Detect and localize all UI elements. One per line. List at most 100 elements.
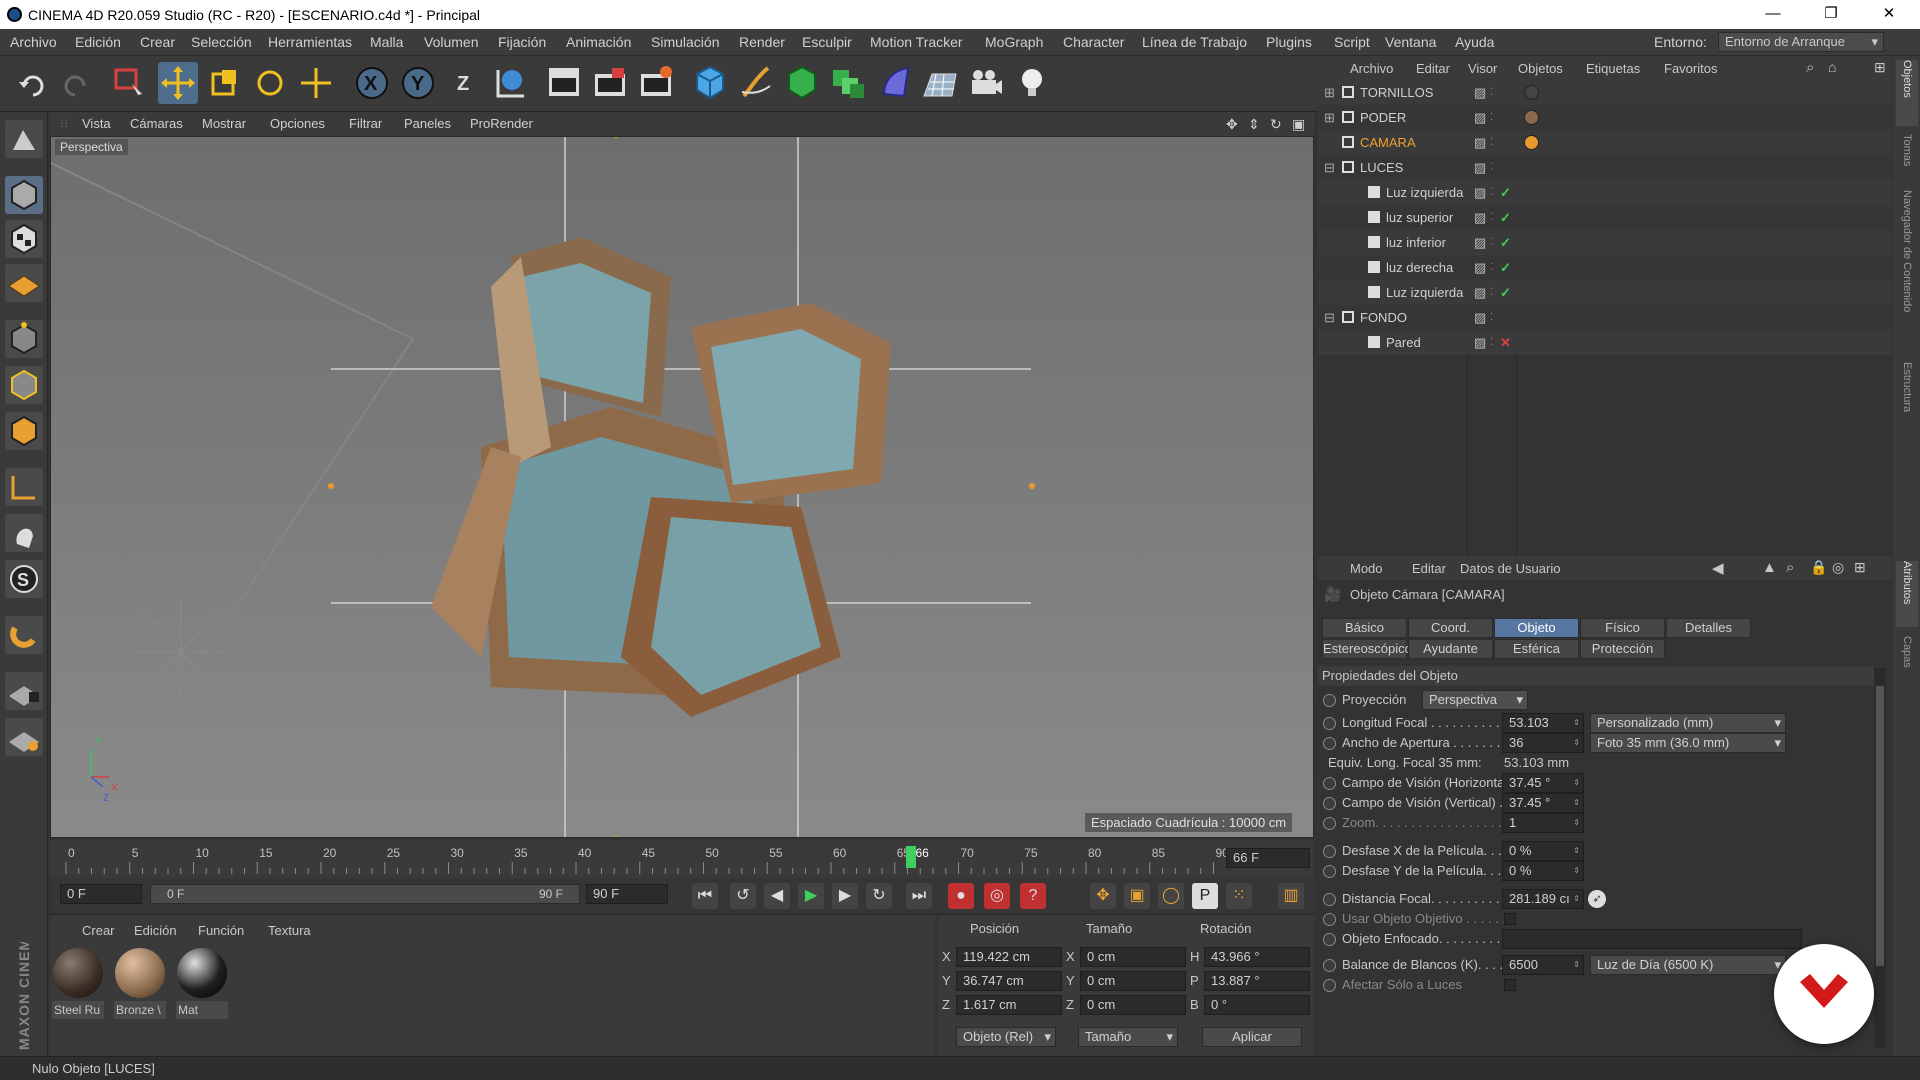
spinner-icon[interactable]: ⇕	[1573, 814, 1580, 832]
menu-animacion[interactable]: Animación	[566, 29, 631, 56]
anim-radio[interactable]	[1323, 737, 1336, 750]
floor-button[interactable]	[920, 62, 960, 104]
key-position-button[interactable]: ✥	[1090, 883, 1116, 909]
vp-zoom-icon[interactable]: ⇕	[1248, 112, 1260, 136]
tab-coord[interactable]: Coord.	[1408, 618, 1493, 638]
render-dots-icon[interactable]: ⁚	[1490, 330, 1493, 355]
search-icon[interactable]: ⌕	[1786, 559, 1794, 576]
timeline-window-button[interactable]: ▥	[1278, 883, 1304, 909]
menu-linea-trabajo[interactable]: Línea de Trabajo	[1142, 29, 1247, 56]
tab-detalles[interactable]: Detalles	[1666, 618, 1751, 638]
prop-dropdown[interactable]: Personalizado (mm) ▾	[1590, 713, 1786, 733]
spinner-icon[interactable]: ⇕	[1573, 842, 1580, 860]
next-frame-button[interactable]: ▶	[832, 883, 858, 909]
render-dots-icon[interactable]: ⁚	[1490, 230, 1493, 255]
object-name[interactable]: TORNILLOS	[1360, 80, 1433, 105]
material-tag-icon[interactable]	[1524, 110, 1539, 125]
visibility-icon[interactable]: ▨	[1474, 155, 1486, 180]
attr-scrollbar[interactable]	[1874, 668, 1886, 1048]
last-tool-button[interactable]	[296, 62, 336, 104]
pen-button[interactable]	[736, 62, 776, 104]
visibility-icon[interactable]: ▨	[1474, 180, 1486, 205]
prop-dropdown[interactable]: Foto 35 mm (36.0 mm) ▾	[1590, 733, 1786, 753]
redo-button[interactable]	[56, 62, 96, 104]
z-axis-button[interactable]: Z	[444, 62, 484, 104]
prop-field[interactable]: 37.45 ° ⇕	[1502, 793, 1584, 813]
dock-tab-capas[interactable]: Capas	[1896, 636, 1918, 686]
menu-ayuda[interactable]: Ayuda	[1455, 29, 1494, 56]
material-tag-icon[interactable]	[1524, 85, 1539, 100]
render-dots-icon[interactable]: ⁚	[1490, 305, 1493, 330]
array-button[interactable]	[828, 62, 868, 104]
menu-edicion[interactable]: Edición	[75, 29, 121, 56]
menu-archivo[interactable]: Archivo	[10, 29, 57, 56]
menu-simulacion[interactable]: Simulación	[651, 29, 719, 56]
render-dots-icon[interactable]: ⁚	[1490, 80, 1493, 105]
obj-menu-archivo[interactable]: Archivo	[1350, 61, 1393, 76]
enable-check-icon[interactable]: ✓	[1500, 255, 1511, 280]
layout-dropdown[interactable]: Entorno de Arranque ▾	[1718, 32, 1884, 52]
obj-menu-etiquetas[interactable]: Etiquetas	[1586, 61, 1640, 76]
tab-ayudante[interactable]: Ayudante	[1408, 639, 1493, 659]
spinner-icon[interactable]: ⇕	[1573, 714, 1580, 732]
dock-tab-estructura[interactable]: Estructura	[1896, 362, 1918, 432]
object-name[interactable]: Pared	[1386, 330, 1421, 355]
menu-esculpir[interactable]: Esculpir	[802, 29, 852, 56]
object-row[interactable]: Pared ▨ ⁚ ✕	[1318, 330, 1892, 355]
tab-esferica[interactable]: Esférica	[1494, 639, 1579, 659]
prop-field[interactable]: 36 ⇕	[1502, 733, 1584, 753]
anim-radio[interactable]	[1323, 694, 1336, 707]
anim-radio[interactable]	[1323, 717, 1336, 730]
object-row[interactable]: Luz izquierda ▨ ⁚ ✓	[1318, 280, 1892, 305]
mat-menu-funcion[interactable]: Función	[198, 923, 244, 938]
go-start-button[interactable]: ⏮	[692, 883, 718, 909]
menu-herramientas[interactable]: Herramientas	[268, 29, 352, 56]
render-dots-icon[interactable]: ⁚	[1490, 130, 1493, 155]
record-button[interactable]: ●	[948, 883, 974, 909]
size-field[interactable]: 0 cm	[1080, 947, 1186, 967]
prop-field[interactable]: 53.103 ⇕	[1502, 713, 1584, 733]
menu-seleccion[interactable]: Selección	[191, 29, 252, 56]
enable-check-icon[interactable]: ✕	[1500, 330, 1511, 355]
vp-maximize-icon[interactable]: ▣	[1292, 112, 1305, 136]
maximize-button[interactable]: ❐	[1802, 0, 1860, 29]
rotation-field[interactable]: 13.887 °	[1204, 971, 1310, 991]
key-param-button[interactable]: P	[1192, 883, 1218, 909]
object-row[interactable]: ⊟ LUCES ▨ ⁚	[1318, 155, 1892, 180]
object-name[interactable]: luz superior	[1386, 205, 1453, 230]
render-dots-icon[interactable]: ⁚	[1490, 205, 1493, 230]
render-view-button[interactable]	[544, 62, 584, 104]
vp-rotate-icon[interactable]: ↻	[1270, 112, 1282, 136]
visibility-icon[interactable]: ▨	[1474, 130, 1486, 155]
menu-mograph[interactable]: MoGraph	[985, 29, 1043, 56]
attr-menu-modo[interactable]: Modo	[1350, 561, 1383, 576]
material-swatch[interactable]: Mat	[176, 947, 228, 1019]
vp-menu-filtrar[interactable]: Filtrar	[349, 112, 382, 136]
object-name[interactable]: PODER	[1360, 105, 1406, 130]
vp-move-icon[interactable]: ✥	[1226, 112, 1238, 136]
checkbox[interactable]	[1504, 979, 1516, 991]
enable-check-icon[interactable]: ✓	[1500, 280, 1511, 305]
frame-range-slider[interactable]: 0 F 90 F	[150, 884, 580, 904]
lock-icon[interactable]: 🔒	[1810, 559, 1827, 576]
anim-radio[interactable]	[1323, 913, 1336, 926]
end-frame-field[interactable]: 90 F	[586, 884, 668, 904]
anim-radio[interactable]	[1323, 817, 1336, 830]
enable-check-icon[interactable]: ✓	[1500, 230, 1511, 255]
coord-mode-dropdown[interactable]: Objeto (Rel) ▾	[956, 1027, 1056, 1047]
render-dots-icon[interactable]: ⁚	[1490, 155, 1493, 180]
menu-ventana[interactable]: Ventana	[1385, 29, 1436, 56]
spinner-icon[interactable]: ⇕	[1573, 734, 1580, 752]
menu-motion-tracker[interactable]: Motion Tracker	[870, 29, 963, 56]
material-swatch[interactable]: Bronze \	[114, 947, 166, 1019]
rotation-field[interactable]: 43.966 °	[1204, 947, 1310, 967]
close-button[interactable]: ✕	[1860, 0, 1918, 29]
vp-menu-vista[interactable]: Vista	[82, 112, 111, 136]
next-key-button[interactable]: ↻	[866, 883, 892, 909]
subdivision-button[interactable]	[782, 62, 822, 104]
texture-mode-button[interactable]	[5, 220, 43, 258]
tab-proteccion[interactable]: Protección	[1580, 639, 1665, 659]
autokey-button[interactable]: ◎	[984, 883, 1010, 909]
make-editable-button[interactable]	[5, 120, 43, 158]
vp-menu-opciones[interactable]: Opciones	[270, 112, 325, 136]
